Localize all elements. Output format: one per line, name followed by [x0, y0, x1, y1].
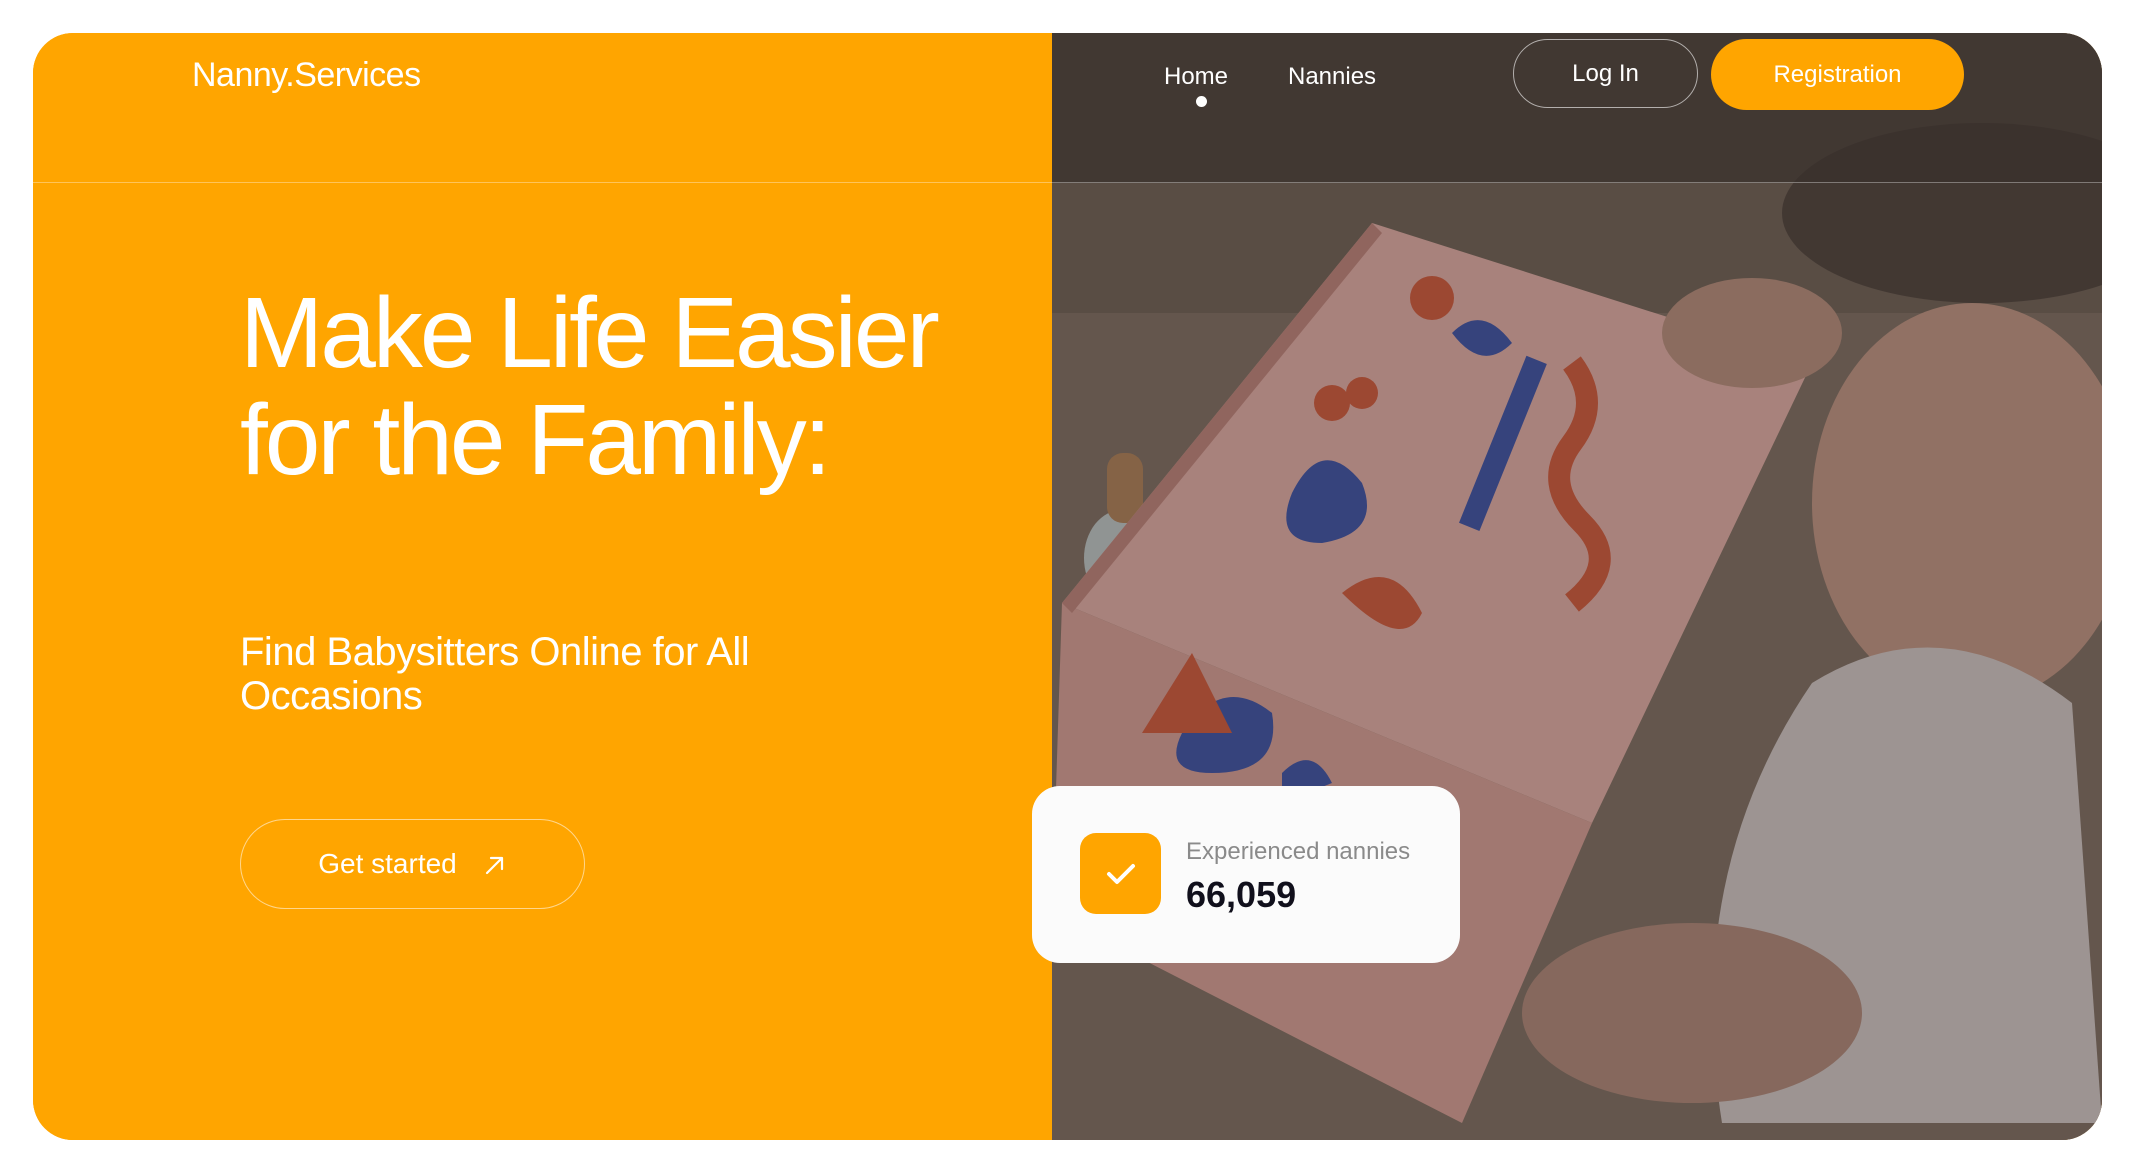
nav-active-indicator	[1196, 96, 1207, 107]
hero-left-panel	[33, 33, 1052, 1140]
stat-value: 66,059	[1186, 874, 1297, 915]
registration-button-label: Registration	[1773, 60, 1902, 88]
site-logo[interactable]: Nanny.Services	[192, 56, 421, 95]
stat-label: Experienced nannies	[1186, 838, 1411, 865]
header-divider	[33, 182, 2102, 183]
hero-title: Make Life Easier for the Family:	[240, 277, 940, 496]
get-started-button[interactable]: Get started	[240, 819, 585, 909]
registration-button[interactable]: Registration	[1711, 39, 1964, 110]
login-button[interactable]: Log In	[1513, 39, 1698, 108]
hero-subtitle: Find Babysitters Online for All Occasion…	[240, 630, 750, 718]
nav-nannies[interactable]: Nannies	[1288, 63, 1376, 91]
nav-home[interactable]: Home	[1164, 63, 1228, 91]
hero-section	[33, 33, 2102, 1140]
login-button-label: Log In	[1572, 59, 1639, 87]
hero-photo	[1052, 33, 2102, 1140]
arrow-up-right-icon	[483, 852, 507, 876]
check-icon	[1080, 833, 1161, 914]
experienced-nannies-card: Experienced nannies 66,059	[1032, 786, 1460, 963]
baby-reading-photo-illustration	[1052, 33, 2102, 1140]
get-started-label: Get started	[318, 848, 457, 879]
